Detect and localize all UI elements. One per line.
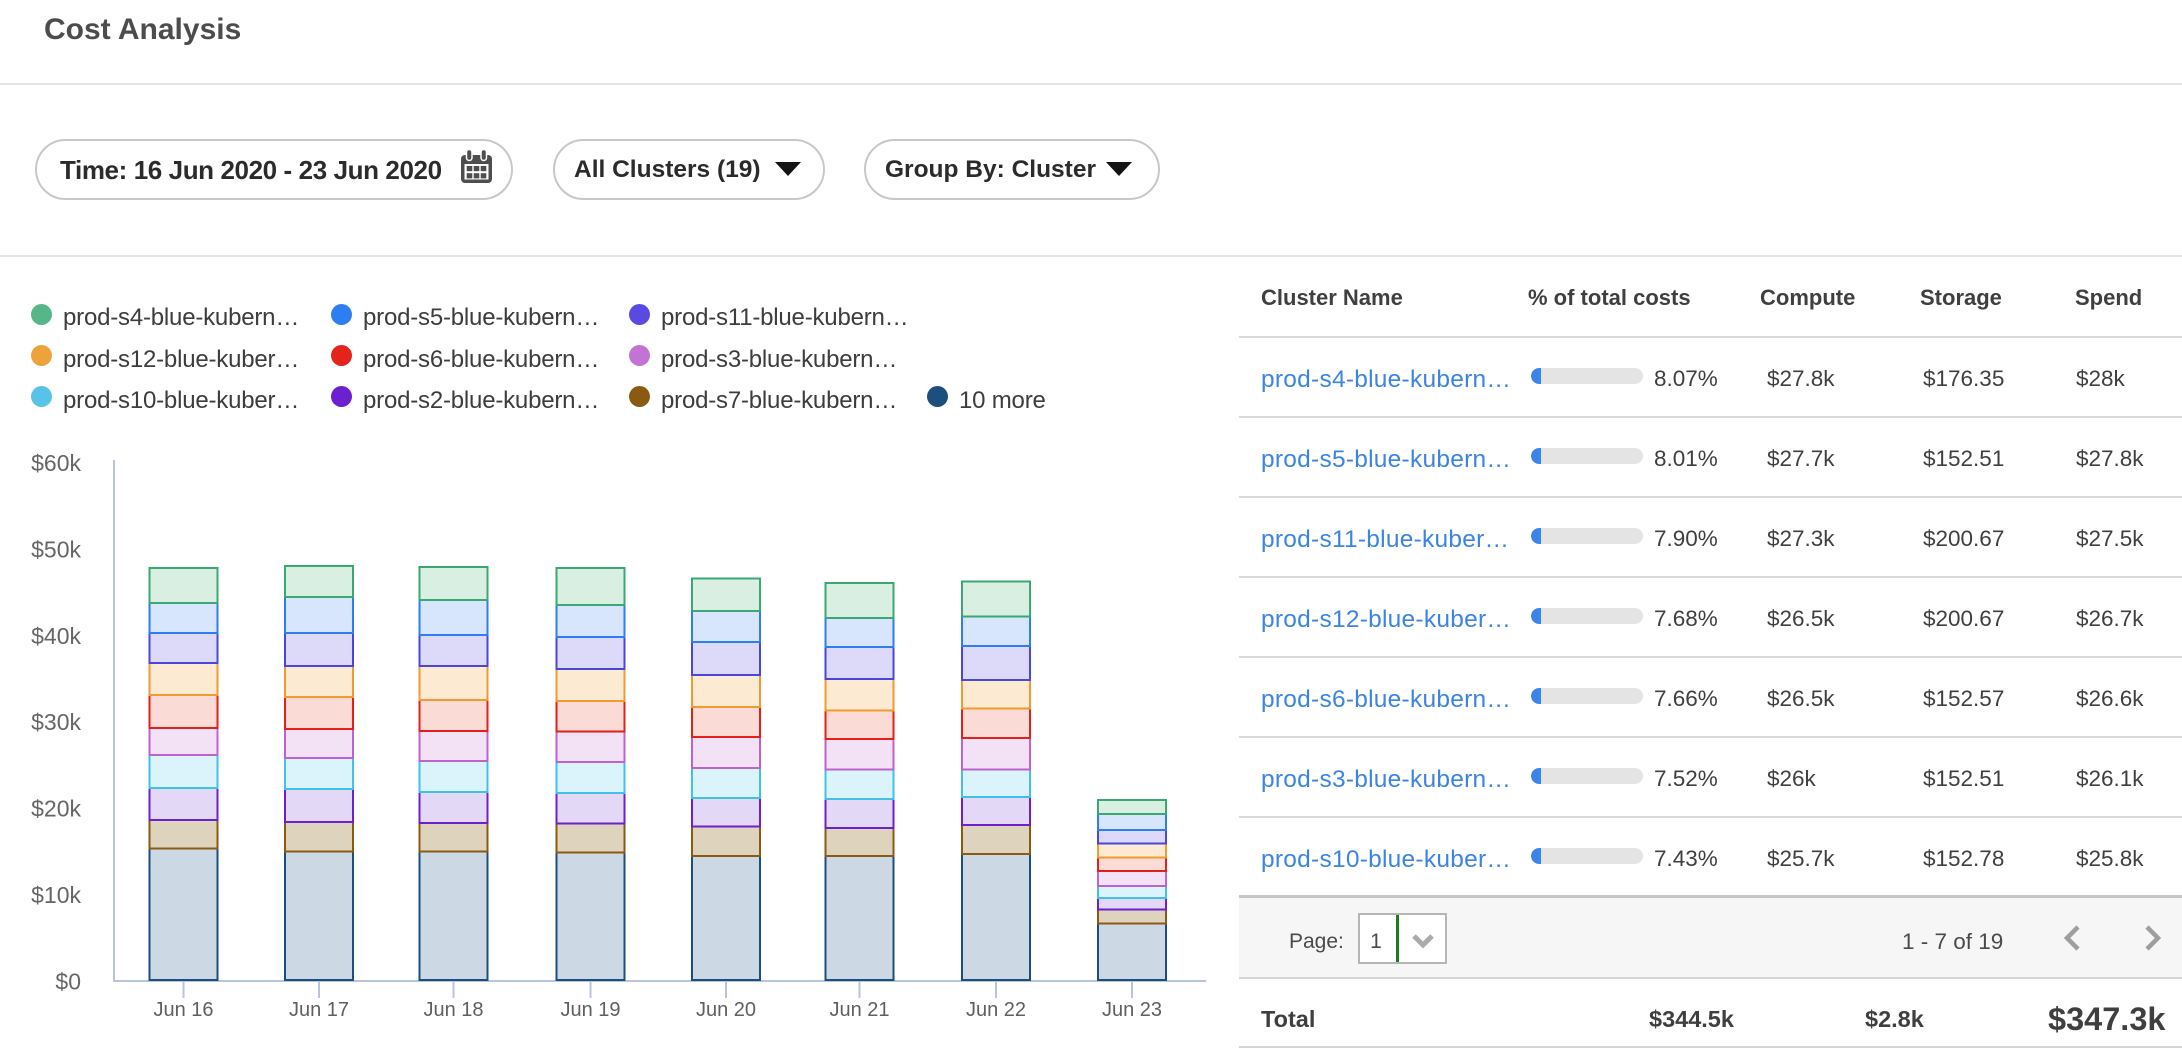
svg-text:$10k: $10k bbox=[31, 882, 81, 908]
svg-text:Jun 22: Jun 22 bbox=[966, 999, 1026, 1021]
svg-text:$60k: $60k bbox=[31, 450, 81, 476]
svg-text:$20k: $20k bbox=[31, 796, 81, 822]
svg-text:$50k: $50k bbox=[31, 536, 81, 562]
svg-text:Jun 23: Jun 23 bbox=[1102, 999, 1162, 1021]
svg-text:Jun 20: Jun 20 bbox=[696, 999, 756, 1021]
svg-text:$0: $0 bbox=[55, 968, 81, 994]
svg-text:$30k: $30k bbox=[31, 709, 81, 735]
svg-text:Jun 16: Jun 16 bbox=[153, 999, 213, 1021]
svg-text:Jun 19: Jun 19 bbox=[560, 999, 620, 1021]
svg-text:$40k: $40k bbox=[31, 623, 81, 649]
svg-text:Jun 17: Jun 17 bbox=[289, 999, 349, 1021]
svg-text:Jun 18: Jun 18 bbox=[423, 999, 483, 1021]
svg-text:Jun 21: Jun 21 bbox=[829, 999, 889, 1021]
